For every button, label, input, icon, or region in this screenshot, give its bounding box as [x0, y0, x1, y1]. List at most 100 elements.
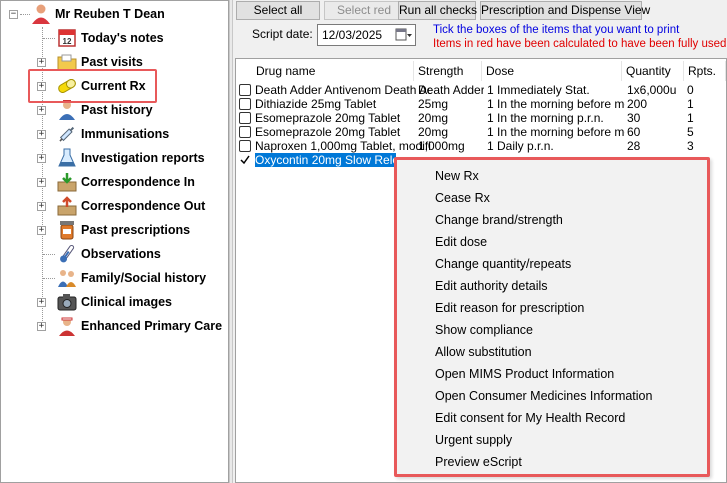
tree-connector-line [43, 254, 55, 255]
camera-icon [56, 291, 78, 313]
repeats-cell: 5 [687, 125, 694, 139]
expand-past-visits-toggle[interactable]: + [37, 58, 46, 67]
select-red-button[interactable]: Select red [324, 1, 404, 20]
run-all-checks-button[interactable]: Run all checks [398, 1, 477, 20]
expand-correspondence-out-toggle[interactable]: + [37, 202, 46, 211]
tree-item-family-social-history[interactable]: Family/Social history [56, 267, 206, 289]
tree-item-clinical-images[interactable]: Clinical images [56, 291, 172, 313]
menu-item-change-brand-strength[interactable]: Change brand/strength [435, 209, 563, 231]
tree-item-label: Observations [81, 247, 161, 261]
drug-name-cell: Dithiazide 25mg Tablet [255, 97, 377, 111]
expand-enhanced-primary-care-toggle[interactable]: + [37, 322, 46, 331]
row-checkbox-checked[interactable] [239, 154, 251, 166]
svg-text:12: 12 [63, 37, 72, 46]
select-all-button[interactable]: Select all [236, 1, 320, 20]
expand-correspondence-in-toggle[interactable]: + [37, 178, 46, 187]
table-row[interactable]: Esomeprazole 20mg Tablet 20mg 1 In the m… [236, 125, 726, 139]
tree-item-label: Past history [81, 103, 153, 117]
script-date-picker[interactable]: 12/03/2025 [317, 24, 416, 46]
menu-item-urgent-supply[interactable]: Urgent supply [435, 429, 512, 451]
menu-item-open-mims-product-information[interactable]: Open MIMS Product Information [435, 363, 614, 385]
strength-cell: 25mg [418, 97, 449, 111]
tree-connector-line [43, 278, 55, 279]
row-checkbox[interactable] [239, 84, 251, 96]
tree-root-patient[interactable]: Mr Reuben T Dean [30, 3, 165, 25]
table-row[interactable]: Naproxen 1,000mg Tablet, modified releas… [236, 139, 726, 153]
dose-cell: 1 In the morning before meals [487, 125, 625, 139]
row-checkbox[interactable] [239, 126, 251, 138]
tick-hint-text: Tick the boxes of the items that you wan… [433, 24, 680, 36]
tree-connector-line [20, 14, 30, 15]
script-date-value: 12/03/2025 [322, 28, 383, 42]
expand-past-history-toggle[interactable]: + [37, 106, 46, 115]
prescription-dispense-view-button[interactable]: Prescription and Dispense View [480, 1, 650, 20]
tree-item-label: Past visits [81, 55, 143, 69]
drug-name-cell: Esomeprazole 20mg Tablet [255, 111, 401, 125]
expand-immunisations-toggle[interactable]: + [37, 130, 46, 139]
pill-bottle-icon [56, 219, 78, 241]
tree-item-observations[interactable]: Observations [56, 243, 161, 265]
repeats-cell: 1 [687, 111, 694, 125]
row-checkbox[interactable] [239, 112, 251, 124]
menu-item-new-rx[interactable]: New Rx [435, 165, 479, 187]
menu-item-open-consumer-medicines-information[interactable]: Open Consumer Medicines Information [435, 385, 652, 407]
strength-cell: Death Adder [418, 83, 484, 97]
table-row[interactable]: Death Adder Antivenom Death Adder Death … [236, 83, 726, 97]
inbox-icon [56, 171, 78, 193]
column-header-drug-name[interactable]: Drug name [236, 61, 414, 81]
column-header-quantity[interactable]: Quantity [622, 61, 684, 81]
quantity-cell: 30 [627, 111, 641, 125]
menu-item-edit-authority-details[interactable]: Edit authority details [435, 275, 548, 297]
menu-item-edit-reason-for-prescription[interactable]: Edit reason for prescription [435, 297, 584, 319]
quantity-cell: 200 [627, 97, 648, 111]
menu-item-cease-rx[interactable]: Cease Rx [435, 187, 490, 209]
menu-item-show-compliance[interactable]: Show compliance [435, 319, 533, 341]
dose-cell: 1 Immediately Stat. [487, 83, 590, 97]
expand-past-prescriptions-toggle[interactable]: + [37, 226, 46, 235]
tree-item-label: Family/Social history [81, 271, 207, 285]
tree-item-label: Past prescriptions [81, 223, 191, 237]
strength-cell: 1,000mg [418, 139, 465, 153]
quantity-cell: 1x6,000u [627, 83, 677, 97]
tree-item-label: Investigation reports [81, 151, 205, 165]
quantity-cell: 60 [627, 125, 641, 139]
tree-item-immunisations[interactable]: Immunisations [56, 123, 169, 145]
expand-clinical-images-toggle[interactable]: + [37, 298, 46, 307]
collapse-root-toggle[interactable]: − [9, 10, 18, 19]
tree-item-investigation-reports[interactable]: Investigation reports [56, 147, 205, 169]
menu-item-change-quantity-repeats[interactable]: Change quantity/repeats [435, 253, 571, 275]
drug-name-cell: Death Adder Antivenom Death Adder [255, 83, 431, 97]
menu-item-edit-consent-my-health-record[interactable]: Edit consent for My Health Record [435, 407, 625, 429]
tree-item-enhanced-primary-care[interactable]: Enhanced Primary Care [56, 315, 222, 337]
column-header-strength[interactable]: Strength [414, 61, 482, 81]
tree-item-correspondence-in[interactable]: Correspondence In [56, 171, 195, 193]
expand-investigation-reports-toggle[interactable]: + [37, 154, 46, 163]
patient-icon [30, 3, 52, 25]
tree-item-label: Correspondence In [81, 175, 195, 189]
table-row[interactable]: Dithiazide 25mg Tablet 25mg 1 In the mor… [236, 97, 726, 111]
row-checkbox[interactable] [239, 140, 251, 152]
row-checkbox[interactable] [239, 98, 251, 110]
dose-cell: 1 In the morning before meals [487, 97, 625, 111]
tree-item-past-prescriptions[interactable]: Past prescriptions [56, 219, 190, 241]
tree-item-correspondence-out[interactable]: Correspondence Out [56, 195, 205, 217]
menu-item-edit-dose[interactable]: Edit dose [435, 231, 487, 253]
tree-connector-line [43, 38, 55, 39]
tree-item-label: Enhanced Primary Care [81, 319, 223, 333]
menu-item-allow-substitution[interactable]: Allow substitution [435, 341, 532, 363]
repeats-cell: 3 [687, 139, 694, 153]
red-items-hint-text: Items in red have been calculated to hav… [433, 38, 727, 50]
syringe-icon [56, 123, 78, 145]
strength-cell: 20mg [418, 111, 449, 125]
current-rx-highlight [28, 69, 157, 103]
tree-item-label: Today's notes [81, 31, 164, 45]
calendar-dropdown-icon[interactable] [395, 27, 413, 43]
script-date-label: Script date: [252, 27, 313, 41]
column-header-dose[interactable]: Dose [482, 61, 622, 81]
repeats-cell: 0 [687, 83, 694, 97]
tree-item-todays-notes[interactable]: 12 Today's notes [56, 27, 164, 49]
column-header-repeats[interactable]: Rpts. [684, 61, 726, 81]
menu-item-preview-escript[interactable]: Preview eScript [435, 451, 522, 473]
table-row[interactable]: Esomeprazole 20mg Tablet 20mg 1 In the m… [236, 111, 726, 125]
dose-cell: 1 Daily p.r.n. [487, 139, 554, 153]
